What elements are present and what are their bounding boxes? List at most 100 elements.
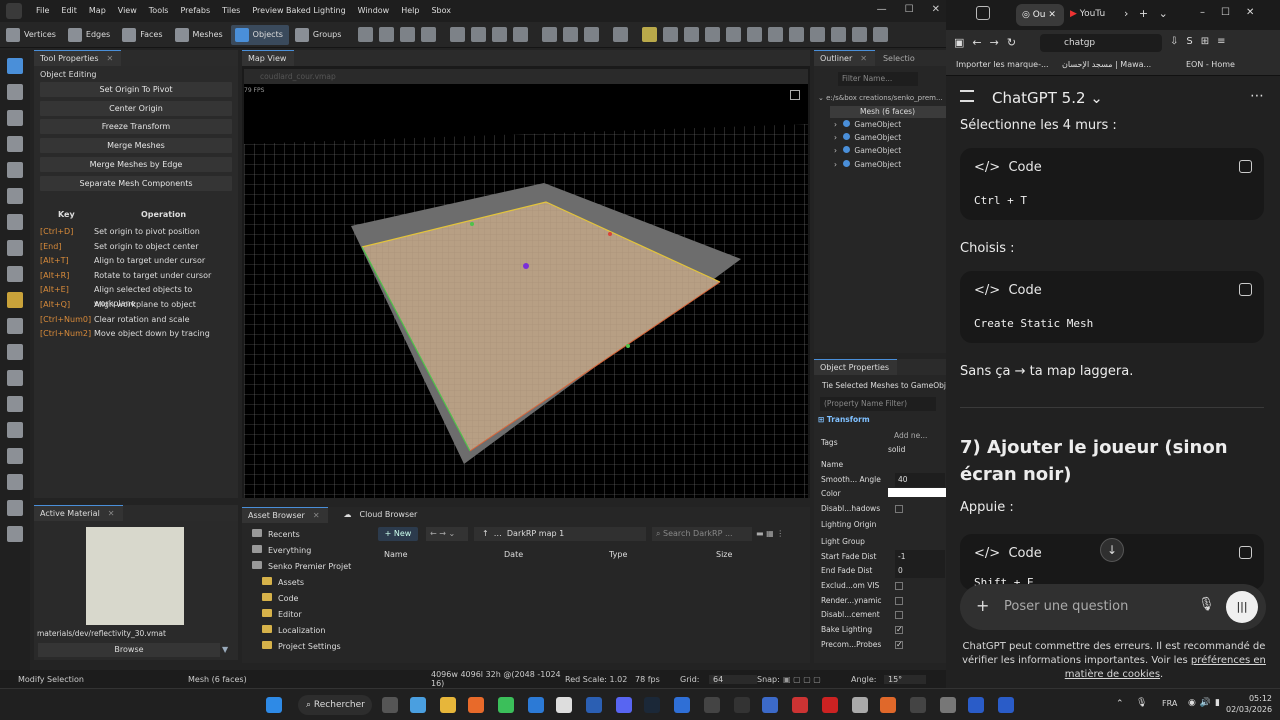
toolbar-tool-icon[interactable] [705, 27, 721, 42]
outliner-tab[interactable]: Outliner ✕ [814, 50, 875, 66]
property-value-input[interactable]: -1 [895, 550, 945, 564]
asset-browser-tab[interactable]: Asset Browser ✕ [242, 507, 328, 523]
copy-icon[interactable] [1239, 546, 1252, 559]
transform-section[interactable]: ⊞ Transform [818, 415, 870, 424]
steam-icon[interactable] [644, 697, 660, 713]
prompt-input[interactable]: Poser une question [1004, 599, 1128, 614]
bookmark-mosque[interactable]: مسجد الإحسان | Mawa... [1062, 60, 1151, 69]
path-icon[interactable] [7, 266, 23, 282]
new-asset-button[interactable]: + New [378, 527, 418, 541]
bookmark-eon[interactable]: EON - Home [1186, 60, 1235, 69]
object-origin-gizmo[interactable] [523, 263, 529, 269]
microphone-icon[interactable]: 🎙 [1198, 597, 1215, 612]
toolbar-tool-icon[interactable] [852, 27, 868, 42]
outliner-gameobject[interactable]: › GameObject [834, 120, 901, 129]
asset-tree-item[interactable]: Project Settings [262, 641, 341, 651]
tab-controls[interactable]: › + ⌄ [1124, 7, 1168, 20]
sidebar-toggle-icon[interactable] [960, 90, 974, 102]
asset-tree-item[interactable]: Localization [262, 625, 325, 635]
toolbar-tool-icon[interactable] [726, 27, 742, 42]
toolbar-tool-icon[interactable] [873, 27, 889, 42]
property-checkbox[interactable] [895, 611, 903, 619]
browse-button[interactable]: Browse [38, 643, 220, 657]
property-filter-input[interactable]: (Property Name Filter) [820, 397, 936, 411]
center-origin-button[interactable]: Center Origin [40, 101, 232, 116]
selection-ring-icon[interactable] [7, 292, 23, 308]
menu-help[interactable]: Help [395, 0, 425, 22]
merge-meshes-by-edge-button[interactable]: Merge Meshes by Edge [40, 157, 232, 172]
menu-tiles[interactable]: Tiles [216, 0, 246, 22]
material-preview[interactable] [86, 527, 184, 625]
lightbulb-icon[interactable] [642, 27, 658, 42]
map-view-tab[interactable]: Map View [242, 50, 295, 66]
active-material-tab[interactable]: Active Material ✕ [34, 505, 123, 521]
map-file-tab[interactable]: coudlard_cour.vmap [260, 72, 336, 81]
asset-tree-item[interactable]: Editor [262, 609, 302, 619]
menu-window[interactable]: Window [352, 0, 396, 22]
voice-mode-icon[interactable]: ||| [1226, 591, 1258, 623]
scroll-down-icon[interactable]: ↓ [1100, 538, 1124, 562]
close-icon[interactable]: ✕ [860, 51, 867, 67]
bookmark-import[interactable]: Importer les marque-... [956, 60, 1049, 69]
tie-selected-meshes-button[interactable]: Tie Selected Meshes to GameObject [822, 381, 958, 390]
close-icon[interactable]: ✕ [108, 506, 115, 522]
tab-chatgpt[interactable]: ◎ Ou ✕ [1016, 4, 1064, 26]
block-icon[interactable] [7, 214, 23, 230]
toolbar-tool-icon[interactable] [768, 27, 784, 42]
app-icon[interactable] [792, 697, 808, 713]
extension-icons[interactable]: ⇩S⊞≡ [1170, 36, 1233, 47]
grid-size-select[interactable]: 64 [709, 674, 757, 684]
property-value-input[interactable]: 0 [895, 564, 945, 578]
sbox-icon[interactable] [968, 697, 984, 713]
grid-toggle-icon[interactable] [790, 90, 800, 100]
asset-tree-item[interactable]: Everything [252, 545, 311, 555]
foliage-icon[interactable] [7, 474, 23, 490]
file-explorer-icon[interactable] [440, 697, 456, 713]
outliner-selected-mesh[interactable]: Mesh (6 faces) [830, 106, 946, 118]
paint-icon[interactable] [7, 396, 23, 412]
mode-groups-button[interactable]: Groups [291, 25, 348, 45]
toolbar-tool-icon[interactable] [831, 27, 847, 42]
app-icon[interactable] [704, 697, 720, 713]
app-icon[interactable] [674, 697, 690, 713]
tab-overview-icon[interactable] [976, 6, 990, 20]
chevron-right-icon[interactable]: › [834, 133, 839, 142]
menu-map[interactable]: Map [83, 0, 112, 22]
outliner-gameobject[interactable]: › GameObject [834, 146, 901, 155]
microphone-icon[interactable]: 🎙 [1136, 698, 1147, 708]
menu-sbox[interactable]: Sbox [425, 0, 457, 22]
chevron-down-icon[interactable]: ▼ [222, 645, 228, 654]
chevron-right-icon[interactable]: › [834, 120, 839, 129]
rotate-icon[interactable] [7, 110, 23, 126]
mode-edges-button[interactable]: Edges [64, 25, 116, 45]
toolbar-tool-icon[interactable] [663, 27, 679, 42]
texture-icon[interactable] [7, 370, 23, 386]
menu-edit[interactable]: Edit [55, 0, 83, 22]
asset-tree-item[interactable]: Assets [262, 577, 304, 587]
mode-meshes-button[interactable]: Meshes [171, 25, 229, 45]
menu-preview-baked-lighting[interactable]: Preview Baked Lighting [246, 0, 351, 22]
url-bar[interactable]: chatgp [1040, 34, 1162, 52]
column-type[interactable]: Type [609, 550, 627, 559]
mode-faces-button[interactable]: Faces [118, 25, 168, 45]
sbox-icon[interactable] [998, 697, 1014, 713]
outliner-gameobject[interactable]: › GameObject [834, 133, 901, 142]
toolbar-tool-icon[interactable] [400, 27, 416, 42]
tool-properties-tab[interactable]: Tool Properties ✕ [34, 50, 122, 66]
property-value-input[interactable]: 40 [895, 473, 945, 487]
system-tray[interactable]: ◉🔊▮ [1188, 698, 1224, 708]
asset-tree-item[interactable]: Senko Premier Projet [252, 561, 351, 571]
object-properties-tab[interactable]: Object Properties [814, 359, 898, 375]
angle-select[interactable]: 15° [884, 674, 926, 684]
app-icon[interactable] [556, 697, 572, 713]
freeze-transform-button[interactable]: Freeze Transform [40, 119, 232, 134]
cubes-icon[interactable] [7, 448, 23, 464]
browser-window-controls[interactable]: –☐✕ [1200, 7, 1270, 18]
toolbar-tool-icon[interactable] [810, 27, 826, 42]
scale-icon[interactable] [7, 136, 23, 152]
tray-chevron-icon[interactable]: ⌃ [1116, 699, 1124, 709]
language-indicator[interactable]: FRA [1162, 699, 1177, 708]
asset-tree-item[interactable]: Code [262, 593, 298, 603]
separate-mesh-components-button[interactable]: Separate Mesh Components [40, 176, 232, 191]
select-arrow-icon[interactable] [7, 58, 23, 74]
